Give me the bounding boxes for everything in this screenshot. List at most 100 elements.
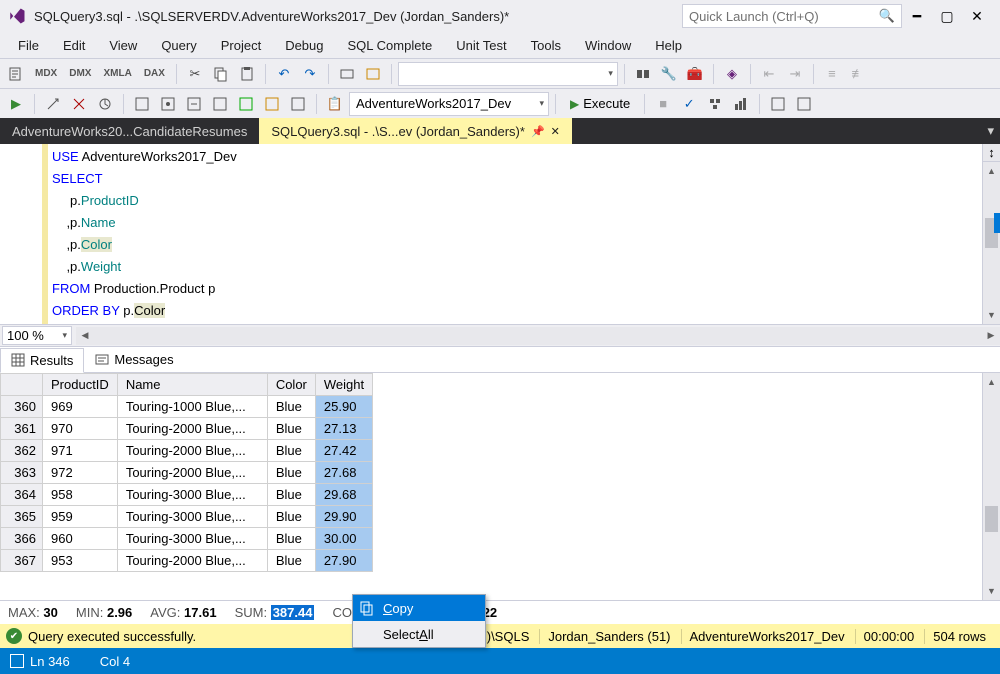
grid-vscrollbar[interactable]: ▲ ▼: [982, 373, 1000, 600]
close-icon[interactable]: ✕: [551, 125, 560, 138]
parse-button[interactable]: [130, 92, 154, 116]
zoom-dropdown[interactable]: 100 %: [2, 326, 72, 345]
include-stats-button[interactable]: [260, 92, 284, 116]
new-query-button[interactable]: [4, 62, 28, 86]
cell[interactable]: 958: [43, 484, 118, 506]
results-grid[interactable]: ProductID Name Color Weight 360969Tourin…: [0, 373, 982, 600]
extensions-icon[interactable]: ◈: [720, 62, 744, 86]
cell[interactable]: Touring-3000 Blue,...: [117, 484, 267, 506]
cell[interactable]: 27.13: [315, 418, 372, 440]
row-number[interactable]: 362: [1, 440, 43, 462]
execute-button[interactable]: ▶ Execute: [562, 92, 638, 116]
quick-launch-input[interactable]: Quick Launch (Ctrl+Q) 🔍: [682, 4, 902, 28]
row-number[interactable]: 366: [1, 528, 43, 550]
menu-view[interactable]: View: [97, 34, 149, 57]
menu-unittest[interactable]: Unit Test: [444, 34, 518, 57]
dax-button[interactable]: DAX: [139, 62, 170, 86]
row-number[interactable]: 367: [1, 550, 43, 572]
cell[interactable]: Blue: [267, 396, 315, 418]
sqlcmd-button[interactable]: [286, 92, 310, 116]
tab-candidateresumes[interactable]: AdventureWorks20...CandidateResumes: [0, 118, 259, 144]
paste-button[interactable]: [235, 62, 259, 86]
indent-left-button[interactable]: ⇤: [757, 62, 781, 86]
cell[interactable]: 27.42: [315, 440, 372, 462]
maximize-button[interactable]: ▢: [932, 4, 962, 28]
row-number[interactable]: 363: [1, 462, 43, 484]
undo-button[interactable]: ↶: [272, 62, 296, 86]
wrench-icon[interactable]: 🔧: [657, 62, 681, 86]
mdx-button[interactable]: MDX: [30, 62, 62, 86]
sum-value[interactable]: 387.44: [271, 605, 315, 620]
cancel-query-button[interactable]: ■: [651, 92, 675, 116]
table-row[interactable]: 366960Touring-3000 Blue,...Blue30.00: [1, 528, 373, 550]
editor-content[interactable]: USE AdventureWorks2017_Dev SELECT p.Prod…: [48, 144, 982, 324]
change-connection-button[interactable]: [93, 92, 117, 116]
cell[interactable]: Blue: [267, 418, 315, 440]
cell[interactable]: Touring-2000 Blue,...: [117, 462, 267, 484]
menu-project[interactable]: Project: [209, 34, 273, 57]
cell[interactable]: Touring-2000 Blue,...: [117, 418, 267, 440]
cell[interactable]: 30.00: [315, 528, 372, 550]
cell[interactable]: 29.68: [315, 484, 372, 506]
connect-button[interactable]: [41, 92, 65, 116]
display-plan-button[interactable]: [703, 92, 727, 116]
cell[interactable]: 959: [43, 506, 118, 528]
tool-extra-2[interactable]: [792, 92, 816, 116]
cell[interactable]: Touring-3000 Blue,...: [117, 528, 267, 550]
cell[interactable]: Blue: [267, 550, 315, 572]
database-dropdown[interactable]: AdventureWorks2017_Dev: [349, 92, 549, 116]
intellisense-button[interactable]: [208, 92, 232, 116]
menu-file[interactable]: File: [6, 34, 51, 57]
cell[interactable]: Touring-2000 Blue,...: [117, 440, 267, 462]
menu-tools[interactable]: Tools: [519, 34, 573, 57]
pin-icon[interactable]: 📌: [531, 125, 545, 138]
tool-button-3[interactable]: [631, 62, 655, 86]
menu-query[interactable]: Query: [149, 34, 208, 57]
split-icon[interactable]: ↕: [983, 144, 1000, 162]
tool-button-1[interactable]: [335, 62, 359, 86]
menu-window[interactable]: Window: [573, 34, 643, 57]
cell[interactable]: 970: [43, 418, 118, 440]
cell[interactable]: Blue: [267, 462, 315, 484]
col-name[interactable]: Name: [117, 374, 267, 396]
table-row[interactable]: 365959Touring-3000 Blue,...Blue29.90: [1, 506, 373, 528]
minimize-button[interactable]: ━: [902, 4, 932, 28]
cell[interactable]: 971: [43, 440, 118, 462]
col-weight[interactable]: Weight: [315, 374, 372, 396]
query-options-button[interactable]: [182, 92, 206, 116]
code-editor[interactable]: USE AdventureWorks2017_Dev SELECT p.Prod…: [0, 144, 1000, 325]
redo-button[interactable]: ↷: [298, 62, 322, 86]
cell[interactable]: 960: [43, 528, 118, 550]
row-number[interactable]: 360: [1, 396, 43, 418]
cell[interactable]: Blue: [267, 440, 315, 462]
parse-check-button[interactable]: ✓: [677, 92, 701, 116]
col-color[interactable]: Color: [267, 374, 315, 396]
copy-button[interactable]: [209, 62, 233, 86]
table-row[interactable]: 363972Touring-2000 Blue,...Blue27.68: [1, 462, 373, 484]
context-select-all[interactable]: Select All: [353, 621, 485, 647]
editor-hscrollbar[interactable]: ◀▶: [76, 327, 1000, 345]
rownum-header[interactable]: [1, 374, 43, 396]
tab-results[interactable]: Results: [0, 348, 84, 373]
tool-extra-1[interactable]: [766, 92, 790, 116]
menu-edit[interactable]: Edit: [51, 34, 97, 57]
cell[interactable]: 969: [43, 396, 118, 418]
include-plan-button[interactable]: [234, 92, 258, 116]
solution-config-dropdown[interactable]: [398, 62, 618, 86]
disconnect-button[interactable]: [67, 92, 91, 116]
row-number[interactable]: 361: [1, 418, 43, 440]
tab-messages[interactable]: Messages: [84, 347, 184, 372]
cell[interactable]: 25.90: [315, 396, 372, 418]
run-debug-button[interactable]: ▶: [4, 92, 28, 116]
scroll-down-icon[interactable]: ▼: [983, 582, 1000, 600]
row-number[interactable]: 364: [1, 484, 43, 506]
dmx-button[interactable]: DMX: [64, 62, 96, 86]
cell[interactable]: Touring-2000 Blue,...: [117, 550, 267, 572]
comment-button[interactable]: ≡: [820, 62, 844, 86]
scroll-thumb[interactable]: [985, 506, 998, 532]
scroll-down-icon[interactable]: ▼: [983, 306, 1000, 324]
context-copy[interactable]: Copy: [353, 595, 485, 621]
xmla-button[interactable]: XMLA: [98, 62, 136, 86]
cell[interactable]: 27.68: [315, 462, 372, 484]
estimated-plan-button[interactable]: [156, 92, 180, 116]
